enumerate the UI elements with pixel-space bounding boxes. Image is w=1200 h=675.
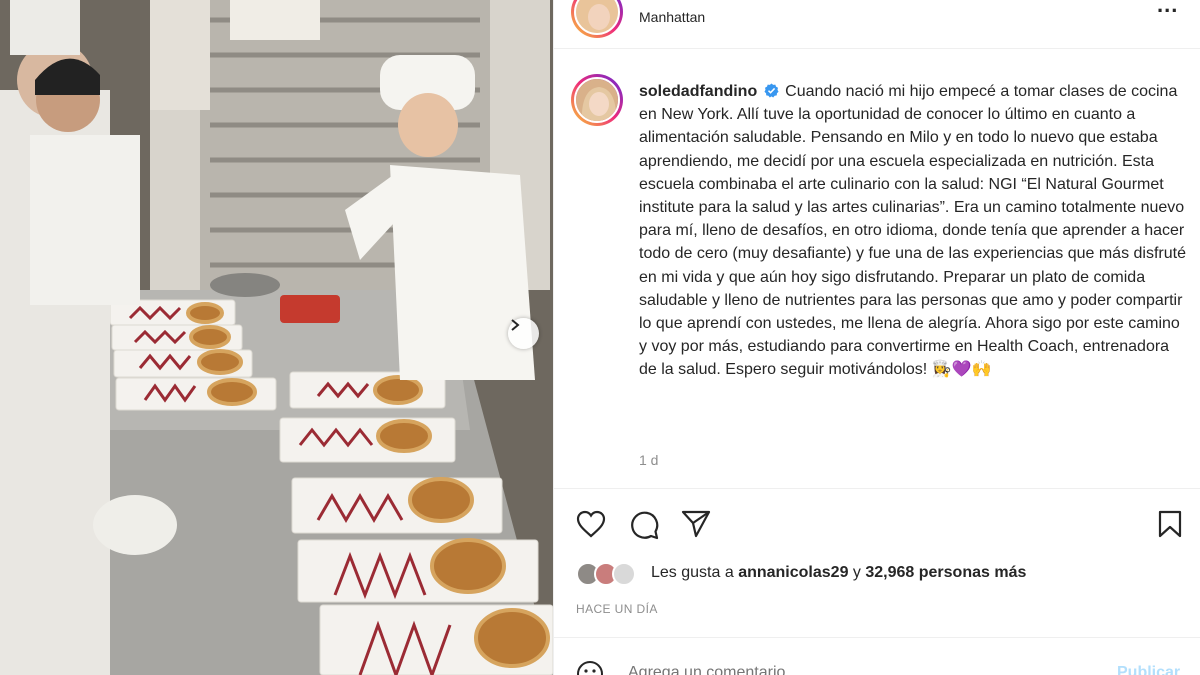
chevron-right-icon [511,319,520,331]
likes-count[interactable]: 32,968 personas más [865,564,1026,581]
comment-icon[interactable] [629,510,659,540]
likes-summary: Les gusta a annanicolas29 y 32,968 perso… [576,560,1176,588]
comment-bar: Publicar [554,637,1200,675]
post-panel: Manhattan ... soledadfandino Cuando naci… [553,0,1200,675]
likes-prefix: Les gusta a [651,564,734,581]
likes-middle: y [852,564,861,581]
likes-user[interactable]: annanicolas29 [738,564,848,581]
caption-text: Cuando nació mi hijo empecé a tomar clas… [639,83,1186,379]
caption-time: 1 d [639,452,659,468]
more-icon[interactable]: ... [1157,0,1178,18]
share-icon[interactable] [681,510,711,538]
comment-input[interactable] [628,664,1028,675]
post-header: Manhattan ... [554,0,1200,49]
verified-icon [764,83,779,98]
likes-text: Les gusta a annanicolas29 y 32,968 perso… [651,564,1026,582]
location-link[interactable]: Manhattan [639,9,705,25]
post-caption: soledadfandino Cuando nació mi hijo empe… [639,80,1189,382]
publish-button[interactable]: Publicar [1117,664,1180,675]
next-photo-button[interactable] [508,318,539,349]
post-photo [0,0,553,675]
post-date[interactable]: HACE UN DÍA [576,602,658,616]
kitchen-photo [0,0,553,675]
liker-avatar [612,562,636,586]
emoji-icon[interactable] [576,660,604,675]
caption-username[interactable]: soledadfandino [639,83,757,100]
caption-avatar[interactable] [574,77,620,123]
bookmark-icon[interactable] [1157,510,1183,538]
action-bar [554,488,1200,560]
heart-icon[interactable] [576,510,606,538]
